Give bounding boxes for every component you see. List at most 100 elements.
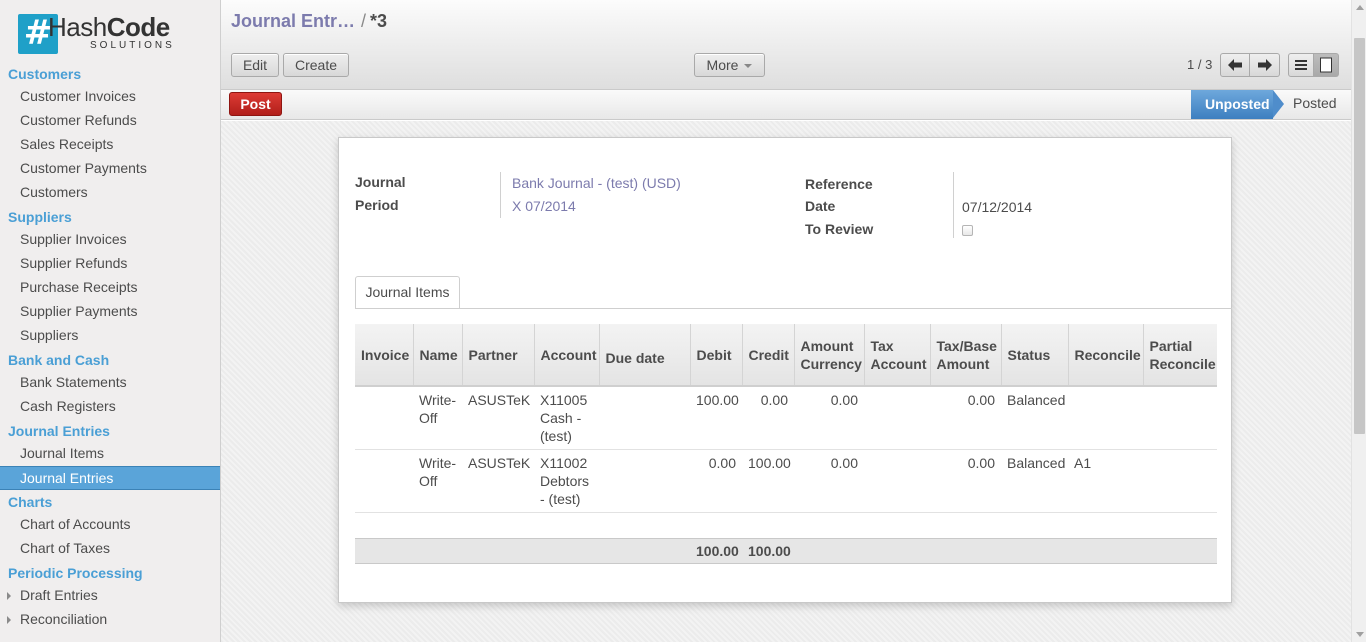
sidebar-item-label: Journal Items [20, 445, 105, 461]
sidebar-item-customer-invoices[interactable]: Customer Invoices [0, 85, 220, 109]
sidebar-section-customers[interactable]: Customers [0, 62, 220, 85]
to-review-label: To Review [805, 221, 874, 237]
expand-triangle-icon[interactable] [7, 592, 11, 600]
sidebar-item-bank-statements[interactable]: Bank Statements [0, 371, 220, 395]
to-review-checkbox[interactable] [962, 225, 973, 236]
edit-button[interactable]: Edit [231, 53, 279, 77]
sidebar-item-customer-payments[interactable]: Customer Payments [0, 157, 220, 181]
cell-name: Write-Off [413, 449, 462, 513]
stage-posted[interactable]: Posted [1293, 90, 1337, 119]
sidebar-item-sales-receipts[interactable]: Sales Receipts [0, 133, 220, 157]
table-row[interactable]: Write-Off ASUSTeK X11005 Cash - (test) 100.… [355, 385, 1217, 450]
cell-name: Write-Off [413, 385, 462, 450]
stage-arrow-icon [1273, 90, 1284, 118]
sidebar-item-customer-refunds[interactable]: Customer Refunds [0, 109, 220, 133]
empty-cell [355, 512, 413, 539]
sidebar-item-draft-entries[interactable]: Draft Entries [0, 584, 220, 608]
table-row[interactable]: Write-Off ASUSTeK X11002 Debtors - (test) 0… [355, 449, 1217, 513]
cell-tax-account [864, 385, 930, 450]
caret-down-icon [744, 64, 753, 69]
pager-next-button[interactable] [1250, 53, 1280, 77]
col-account[interactable]: Account [533, 324, 599, 387]
col-tax-account[interactable]: Tax Account [863, 324, 930, 387]
sidebar-menu: Customers Customer Invoices Customer Refun… [0, 62, 220, 632]
pager-previous-button[interactable] [1220, 53, 1250, 77]
breadcrumb: Journal Entr… / *3 [231, 11, 387, 32]
sidebar-item-supplier-invoices[interactable]: Supplier Invoices [0, 228, 220, 252]
pager-counter: 1 / 3 [1187, 57, 1213, 72]
cell-tax-account [864, 449, 930, 513]
col-name[interactable]: Name [412, 324, 462, 387]
arrow-left-icon [1228, 59, 1242, 71]
sidebar-item-supplier-payments[interactable]: Supplier Payments [0, 300, 220, 324]
sidebar-item-purchase-receipts[interactable]: Purchase Receipts [0, 276, 220, 300]
logo-subtitle: SOLUTIONS [90, 40, 175, 51]
form-sheet: Journal Bank Journal - (test) (USD) Peri… [338, 137, 1232, 603]
form-background: Journal Bank Journal - (test) (USD) Peri… [221, 121, 1351, 642]
sidebar: # HashCode SOLUTIONS Customers Customer I… [0, 0, 221, 642]
date-value: 07/12/2014 [962, 199, 1033, 215]
sidebar-item-supplier-refunds[interactable]: Supplier Refunds [0, 252, 220, 276]
expand-triangle-icon[interactable] [7, 616, 11, 624]
journal-items-table: Invoice Name Partner Account Due date De… [355, 324, 1217, 564]
empty-cell [1143, 512, 1217, 539]
sidebar-section-suppliers[interactable]: Suppliers [0, 205, 220, 228]
scroll-up-icon[interactable] [1356, 5, 1364, 10]
field-divider [500, 172, 501, 218]
sidebar-item-reconciliation[interactable]: Reconciliation [0, 608, 220, 632]
journal-label: Journal [355, 174, 406, 190]
total-empty-cell [413, 538, 462, 564]
sidebar-item-chart-of-accounts[interactable]: Chart of Accounts [0, 513, 220, 537]
sidebar-item-chart-of-taxes[interactable]: Chart of Taxes [0, 537, 220, 561]
sidebar-item-label: Supplier Payments [20, 303, 138, 319]
create-button[interactable]: Create [283, 53, 349, 77]
total-debit: 100.00 [690, 538, 742, 564]
breadcrumb-current: *3 [370, 11, 388, 31]
sidebar-item-cash-registers[interactable]: Cash Registers [0, 395, 220, 419]
col-amount-currency[interactable]: Amount Currency [793, 324, 864, 387]
col-reconcile[interactable]: Reconcile [1067, 324, 1143, 387]
sidebar-item-customers[interactable]: Customers [0, 181, 220, 205]
company-logo[interactable]: # HashCode SOLUTIONS [0, 0, 220, 62]
total-empty-cell [599, 538, 690, 564]
scroll-down-icon[interactable] [1356, 632, 1364, 637]
cell-due-date [599, 449, 690, 513]
sidebar-item-journal-items[interactable]: Journal Items [0, 442, 220, 466]
col-status[interactable]: Status [1000, 324, 1068, 387]
scrollbar-thumb[interactable] [1354, 38, 1365, 434]
list-view-button[interactable] [1288, 53, 1314, 77]
page-scrollbar[interactable] [1351, 0, 1366, 642]
cell-status: Balanced [1001, 449, 1068, 513]
breadcrumb-parent-link[interactable]: Journal Entr… [231, 11, 355, 31]
cell-partial-reconcile [1143, 385, 1217, 450]
sidebar-item-journal-entries[interactable]: Journal Entries [0, 466, 220, 490]
col-tax-base[interactable]: Tax/Base Amount [929, 324, 1001, 387]
sidebar-section-charts[interactable]: Charts [0, 490, 220, 513]
sidebar-section-bank-and-cash[interactable]: Bank and Cash [0, 348, 220, 371]
col-partial-reconcile[interactable]: Partial Reconcile [1142, 324, 1217, 387]
tab-journal-items[interactable]: Journal Items [355, 276, 460, 309]
sidebar-item-label: Supplier Invoices [20, 231, 127, 247]
sidebar-section-periodic-processing[interactable]: Periodic Processing [0, 561, 220, 584]
sidebar-item-suppliers[interactable]: Suppliers [0, 324, 220, 348]
more-dropdown-button[interactable]: More [694, 53, 765, 77]
journal-field-link[interactable]: Bank Journal - (test) (USD) [512, 175, 681, 191]
empty-cell [534, 512, 599, 539]
sidebar-item-label: Purchase Receipts [20, 279, 138, 295]
stage-unposted[interactable]: Unposted [1191, 90, 1273, 119]
col-due-date[interactable]: Due date [598, 324, 690, 387]
empty-cell [864, 512, 930, 539]
col-debit[interactable]: Debit [689, 324, 742, 387]
form-view-button[interactable] [1314, 53, 1339, 77]
sidebar-section-journal-entries[interactable]: Journal Entries [0, 419, 220, 442]
period-field-link[interactable]: X 07/2014 [512, 198, 576, 214]
tab-divider [355, 308, 1232, 309]
col-credit[interactable]: Credit [741, 324, 794, 387]
total-credit: 100.00 [742, 538, 794, 564]
post-button[interactable]: Post [229, 92, 282, 116]
field-divider [953, 172, 954, 238]
col-partner[interactable]: Partner [461, 324, 534, 387]
col-invoice[interactable]: Invoice [355, 324, 413, 387]
sidebar-item-label: Suppliers [20, 327, 79, 343]
cell-due-date [599, 385, 690, 450]
